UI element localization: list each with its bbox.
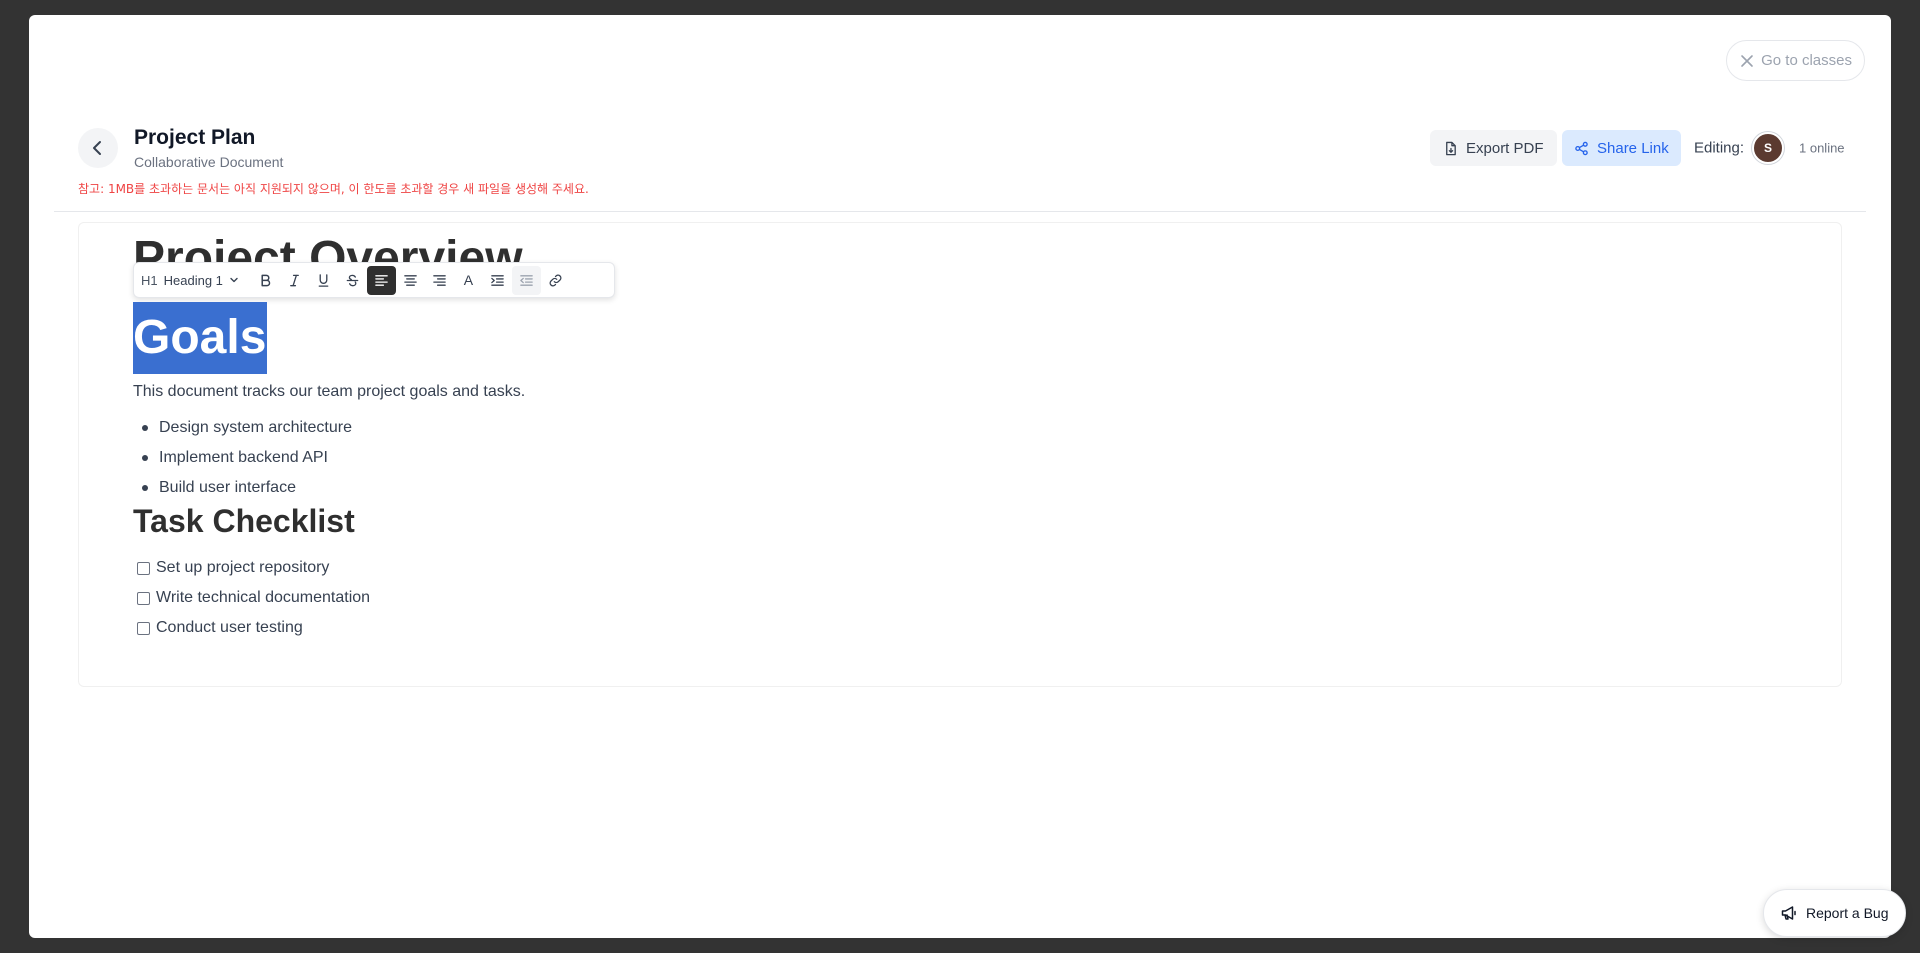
align-right-icon	[433, 274, 446, 286]
list-item[interactable]: Build user interface	[133, 473, 352, 503]
text-color-button[interactable]: A	[454, 266, 483, 295]
outdent-button[interactable]	[511, 265, 541, 295]
share-link-label: Share Link	[1597, 139, 1669, 157]
heading-level-select[interactable]: H1 Heading 1	[139, 273, 247, 288]
intro-paragraph[interactable]: This document tracks our team project go…	[133, 383, 525, 401]
outdent-icon	[520, 274, 533, 286]
heading-icon: H1	[141, 272, 158, 288]
page-title: Project Plan	[134, 126, 256, 149]
indent-icon	[491, 274, 504, 286]
task-item-text[interactable]: Write technical documentation	[156, 589, 370, 607]
share-icon	[1575, 141, 1588, 155]
underline-icon	[318, 273, 329, 287]
bullet-icon	[142, 485, 148, 491]
task-item: Conduct user testing	[137, 613, 370, 643]
close-icon	[1741, 54, 1753, 67]
italic-icon	[290, 274, 299, 286]
header-divider	[54, 211, 1866, 212]
bullet-icon	[142, 455, 148, 461]
go-to-classes-button[interactable]: Go to classes	[1726, 40, 1865, 81]
task-checkbox[interactable]	[137, 621, 150, 635]
strikethrough-icon	[346, 274, 359, 286]
task-checkbox[interactable]	[137, 561, 150, 575]
task-item-text[interactable]: Set up project repository	[156, 559, 329, 577]
list-item-text: Build user interface	[159, 479, 296, 496]
heading-goals[interactable]: Goals	[133, 310, 266, 366]
editing-label: Editing:	[1694, 139, 1745, 157]
page-subtitle: Collaborative Document	[134, 154, 284, 170]
go-to-classes-label: Go to classes	[1761, 52, 1852, 69]
list-item-text: Implement backend API	[159, 449, 328, 466]
formatting-toolbar: H1 Heading 1 A	[133, 262, 615, 298]
chevron-down-icon	[230, 277, 238, 283]
task-checklist: Set up project repository Write technica…	[137, 553, 370, 643]
share-link-button[interactable]: Share Link	[1562, 130, 1681, 166]
link-icon	[549, 274, 562, 286]
bold-icon	[261, 274, 271, 286]
align-center-button[interactable]	[396, 266, 425, 295]
bold-button[interactable]	[251, 266, 280, 295]
task-item: Set up project repository	[137, 553, 370, 583]
megaphone-icon	[1781, 906, 1796, 920]
strikethrough-button[interactable]	[338, 266, 367, 295]
link-button[interactable]	[541, 266, 570, 295]
size-limit-notice: 참고: 1MB를 초과하는 문서는 아직 지원되지 않으며, 이 한도를 초과할…	[78, 182, 589, 196]
export-pdf-button[interactable]: Export PDF	[1430, 130, 1557, 166]
align-center-icon	[404, 274, 417, 286]
align-left-icon	[375, 274, 388, 286]
file-export-icon	[1446, 141, 1456, 155]
export-pdf-label: Export PDF	[1466, 139, 1544, 157]
document-modal: Go to classes Project Plan Collaborative…	[29, 15, 1891, 938]
task-item: Write technical documentation	[137, 583, 370, 613]
back-button[interactable]	[78, 128, 118, 168]
task-item-text[interactable]: Conduct user testing	[156, 619, 303, 637]
report-bug-label: Report a Bug	[1806, 905, 1889, 921]
list-item[interactable]: Implement backend API	[133, 443, 352, 473]
chevron-left-icon	[93, 141, 101, 155]
list-item-text: Design system architecture	[159, 419, 352, 436]
task-checkbox[interactable]	[137, 591, 150, 605]
indent-button[interactable]	[483, 266, 512, 295]
align-right-button[interactable]	[425, 266, 454, 295]
text-color-icon: A	[463, 272, 474, 288]
bullet-icon	[142, 425, 148, 431]
italic-button[interactable]	[280, 266, 309, 295]
underline-button[interactable]	[309, 266, 338, 295]
goals-bullet-list: Design system architecture Implement bac…	[133, 413, 352, 503]
avatar[interactable]: S	[1752, 132, 1784, 164]
report-bug-button[interactable]: Report a Bug	[1763, 889, 1906, 937]
list-item[interactable]: Design system architecture	[133, 413, 352, 443]
heading-task-checklist[interactable]: Task Checklist	[133, 503, 355, 540]
heading-level-value: Heading 1	[163, 272, 223, 288]
align-left-button[interactable]	[366, 265, 396, 295]
online-count: 1 online	[1799, 140, 1845, 156]
